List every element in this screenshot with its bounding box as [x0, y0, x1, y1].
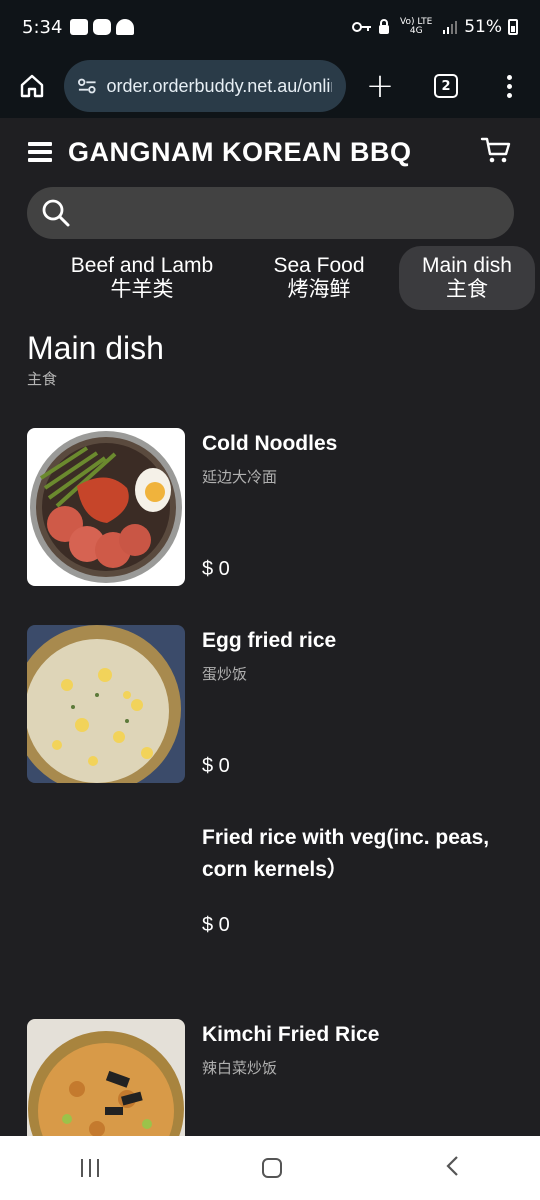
- search-icon: [42, 199, 70, 227]
- item-name: Fried rice with veg(inc. peas, corn kern…: [202, 826, 490, 881]
- item-name-cn: 辣白菜炒饭: [202, 1059, 278, 1077]
- more-menu-button[interactable]: [478, 74, 540, 98]
- item-name-cn: 延边大冷面: [202, 468, 278, 486]
- recents-button[interactable]: [81, 1159, 100, 1177]
- site-settings-icon: [78, 78, 96, 94]
- cart-icon: [480, 137, 511, 163]
- item-name: Kimchi Fried Rice: [202, 1023, 380, 1046]
- app-header: GANGNAM KOREAN BBQ: [0, 118, 540, 186]
- url-text: order.orderbuddy.net.au/online: [106, 75, 333, 96]
- search-input[interactable]: [27, 187, 514, 239]
- item-price: $ 0: [202, 558, 230, 580]
- back-button[interactable]: [445, 1155, 459, 1181]
- home-nav-button[interactable]: [261, 1158, 282, 1178]
- tab-count: 2: [434, 74, 458, 98]
- menu-icon[interactable]: [28, 142, 52, 162]
- lock-icon: [379, 19, 390, 34]
- key-icon: [352, 22, 372, 32]
- back-icon: [446, 1156, 458, 1176]
- home-button[interactable]: [0, 54, 64, 118]
- new-tab-button[interactable]: +: [346, 66, 414, 106]
- item-price: $ 0: [202, 914, 230, 936]
- youtube-icon: [93, 19, 112, 35]
- kimchi-fried-rice-image: [27, 1019, 185, 1136]
- list-item[interactable]: Kimchi Fried Rice 辣白菜炒饭: [0, 1019, 540, 1136]
- category-tabs: Beef and Lamb 牛羊类 Sea Food 烤海鲜 Main dish…: [0, 246, 540, 310]
- section-subtitle: 主食: [27, 370, 58, 388]
- tab-sea-food[interactable]: Sea Food 烤海鲜: [259, 246, 379, 310]
- tab-main-dish[interactable]: Main dish 主食: [399, 246, 535, 310]
- egg-fried-rice-image: [27, 625, 185, 783]
- cold-noodles-image: [27, 428, 185, 586]
- network-label: Vo) LTE 4G: [400, 17, 433, 36]
- gallery-icon: [70, 19, 89, 35]
- battery-percent: 51%: [464, 17, 502, 37]
- address-bar[interactable]: order.orderbuddy.net.au/online: [64, 60, 346, 112]
- home-icon: [20, 74, 44, 98]
- system-nav-bar: [0, 1136, 540, 1200]
- restaurant-title: GANGNAM KOREAN BBQ: [68, 136, 412, 167]
- section-title: Main dish: [27, 330, 164, 366]
- item-name: Cold Noodles: [202, 432, 338, 455]
- list-item[interactable]: Fried rice with veg(inc. peas, corn kern…: [0, 822, 540, 952]
- tab-beef-and-lamb[interactable]: Beef and Lamb 牛羊类: [52, 246, 232, 310]
- tab-switcher-button[interactable]: 2: [414, 74, 478, 98]
- plus-icon: +: [365, 66, 395, 106]
- status-bar: 5:34 Vo) LTE 4G 51%: [0, 0, 540, 54]
- list-item[interactable]: Cold Noodles 延边大冷面 $ 0: [0, 428, 540, 588]
- item-name-cn: 蛋炒饭: [202, 665, 248, 683]
- status-time: 5:34: [22, 16, 63, 38]
- item-name: Egg fried rice: [202, 629, 337, 652]
- browser-toolbar: order.orderbuddy.net.au/online + 2: [0, 54, 540, 118]
- battery-icon: [508, 19, 518, 35]
- list-item[interactable]: Egg fried rice 蛋炒饭 $ 0: [0, 625, 540, 785]
- cart-button[interactable]: [480, 136, 512, 168]
- signal-icon: [443, 21, 458, 34]
- item-price: $ 0: [202, 755, 230, 777]
- app-notification-icon: [116, 19, 135, 35]
